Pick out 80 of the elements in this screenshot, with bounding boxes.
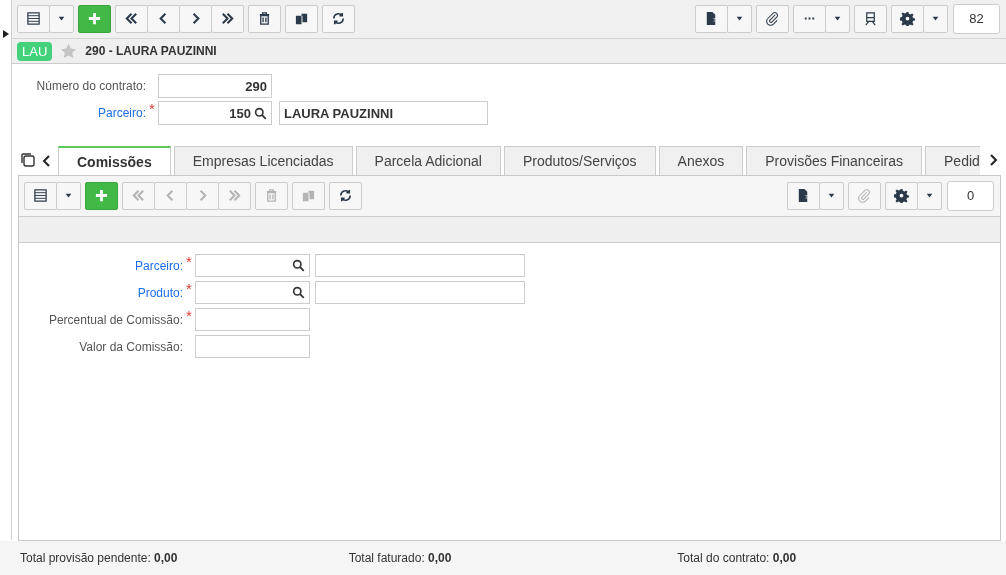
previous-button[interactable] (147, 4, 180, 33)
plus-icon (87, 11, 102, 26)
train-button[interactable] (854, 4, 887, 33)
grid-button[interactable] (24, 181, 57, 210)
copy-icon (294, 11, 309, 26)
field-label-link[interactable]: Parceiro: (12, 106, 146, 120)
total-text: Total provisão pendente: 0,00 (20, 551, 179, 565)
field-label-link[interactable]: Produto: (19, 285, 183, 300)
search-icon[interactable] (292, 259, 305, 272)
search-icon[interactable] (254, 106, 267, 120)
grid-button[interactable] (17, 4, 50, 33)
expand-arrow-icon[interactable] (3, 30, 9, 38)
chevron-right-icon[interactable] (988, 153, 998, 167)
description-field[interactable]: LAURA PAUZINNI (279, 101, 488, 125)
settings-icon (900, 11, 915, 26)
train-icon (863, 11, 878, 26)
required-mark: * (185, 281, 193, 297)
total-text: Total faturado: 0,00 (348, 551, 453, 565)
export-button[interactable] (787, 181, 820, 210)
tab[interactable]: Provisões Financeiras (746, 146, 922, 175)
refresh-button[interactable] (322, 4, 355, 33)
tab[interactable]: Comissões (58, 146, 171, 175)
field-label: Valor da Comissão: (78, 339, 183, 354)
settings-button[interactable] (891, 4, 924, 33)
refresh-button[interactable] (329, 181, 362, 210)
next-button[interactable] (179, 4, 212, 33)
required-mark: * (185, 308, 193, 324)
record-counter: 82 (953, 3, 1000, 34)
record-counter: 0 (947, 180, 994, 211)
copy-icon[interactable] (20, 152, 36, 168)
input-field[interactable] (195, 308, 310, 331)
chevron-left-icon[interactable] (42, 154, 52, 168)
first-button[interactable] (115, 4, 148, 33)
description-field[interactable] (315, 281, 525, 304)
tab[interactable]: Empresas Licenciadas (173, 146, 353, 175)
total-text: Total do contrato: 0,00 (677, 551, 798, 565)
add-button[interactable] (85, 181, 118, 210)
record-title: 290 - LAURA PAUZINNI (85, 44, 217, 58)
refresh-icon (338, 188, 353, 203)
tab[interactable]: Produtos/Serviços (503, 146, 656, 175)
input-field[interactable]: 150 (158, 101, 272, 125)
field-value: 150 (229, 105, 251, 121)
copy-button[interactable] (285, 4, 318, 33)
export-button[interactable] (695, 4, 728, 33)
search-icon[interactable] (292, 286, 305, 299)
paperclip-icon (857, 188, 872, 203)
grid-icon (26, 11, 41, 26)
tab[interactable]: Pedid (925, 146, 980, 175)
double-right-icon (220, 11, 235, 26)
field-label: Número do contrato: (35, 79, 146, 93)
paperclip-icon (765, 11, 780, 26)
tab[interactable]: Parcela Adicional (355, 146, 501, 175)
delete-button[interactable] (248, 4, 281, 33)
input-field[interactable]: 290 (158, 74, 272, 98)
field-label: Percentual de Comissão: (47, 312, 183, 327)
last-button[interactable] (211, 4, 244, 33)
double-right-icon (227, 188, 242, 203)
trash-icon (257, 11, 272, 26)
field-label-link[interactable]: Parceiro: (19, 258, 183, 273)
input-field[interactable] (195, 281, 310, 304)
input-field[interactable] (195, 335, 310, 358)
attach-button[interactable] (756, 4, 789, 33)
double-left-icon (124, 11, 139, 26)
field-value: LAURA PAUZINNI (284, 105, 394, 121)
settings-icon (894, 188, 909, 203)
input-field[interactable] (195, 254, 310, 277)
grid-icon (33, 188, 48, 203)
record-badge: LAU (17, 41, 53, 61)
tab[interactable]: Anexos (658, 146, 744, 175)
plus-icon (94, 188, 109, 203)
copy-icon (301, 188, 316, 203)
description-field[interactable] (315, 254, 525, 277)
star-icon[interactable] (60, 43, 78, 59)
settings-button[interactable] (885, 181, 918, 210)
required-mark: * (185, 254, 193, 270)
required-mark: * (148, 101, 156, 117)
field-value: 290 (245, 78, 267, 94)
refresh-icon (331, 11, 346, 26)
double-left-icon (131, 188, 146, 203)
trash-icon (264, 188, 279, 203)
